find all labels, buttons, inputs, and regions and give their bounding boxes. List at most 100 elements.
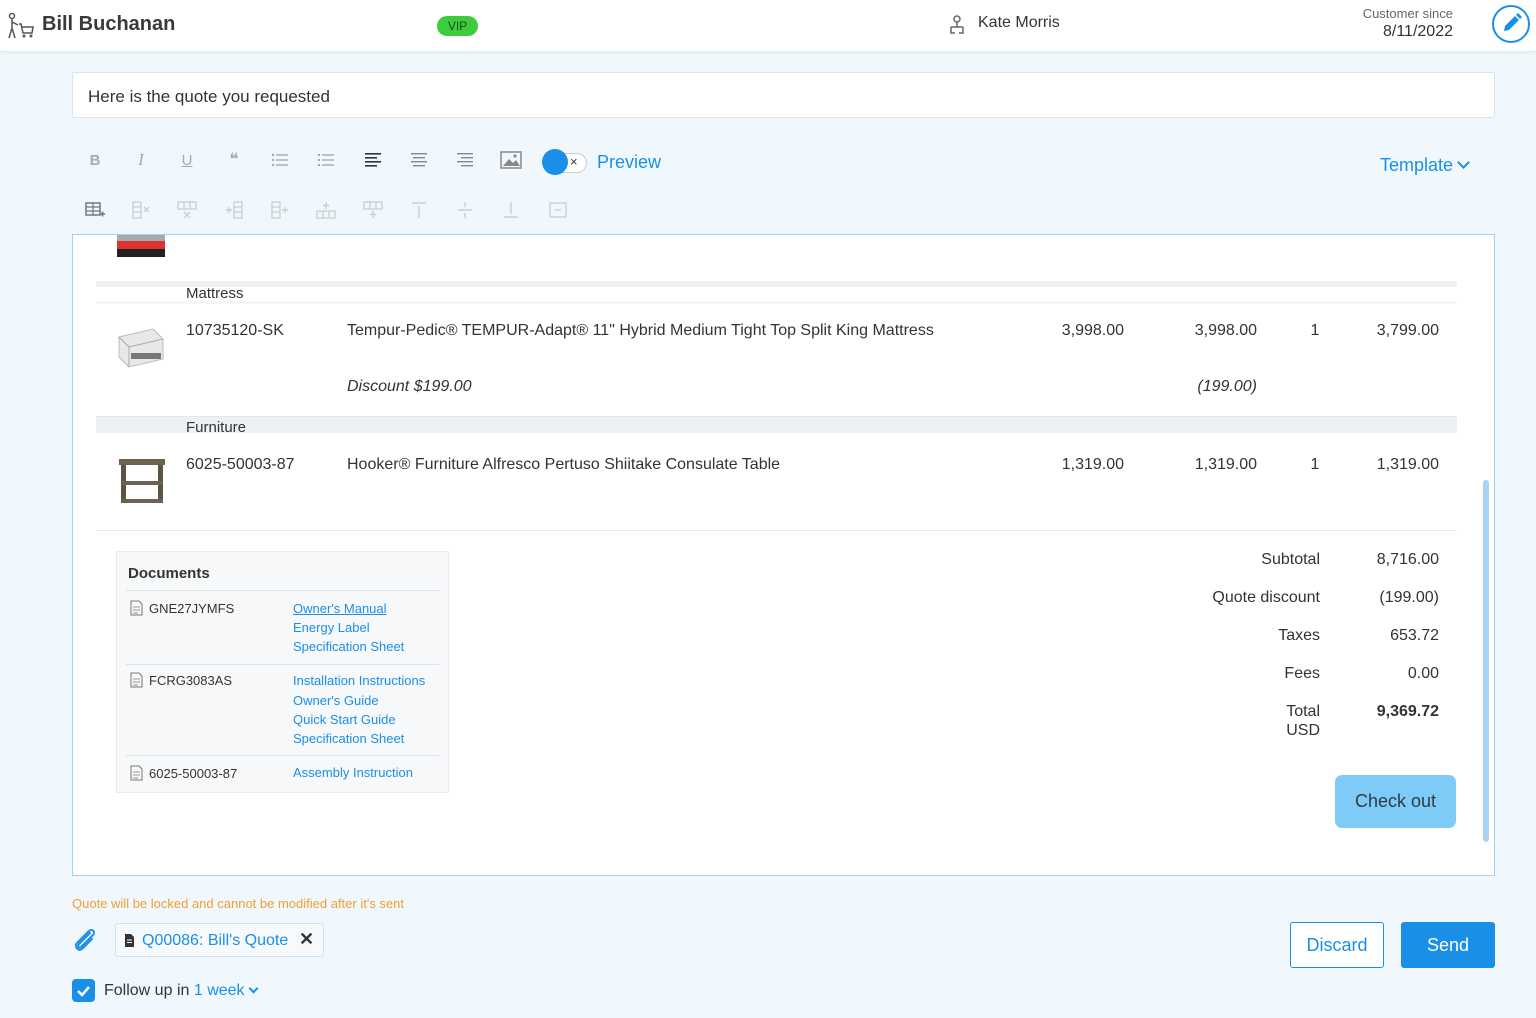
remove-attachment-icon[interactable]: ✕	[299, 929, 314, 950]
document-link[interactable]: Owner's Guide	[293, 693, 379, 708]
document-link[interactable]: Specification Sheet	[293, 731, 404, 746]
insert-column-before-icon[interactable]	[223, 199, 245, 221]
document-icon	[130, 672, 143, 688]
preview-toggle[interactable]: ×	[541, 149, 587, 175]
blockquote-icon[interactable]: ❝	[223, 149, 245, 171]
discount-value: (199.00)	[1197, 378, 1257, 395]
mattress-thumbnail	[118, 328, 164, 368]
attachment-chip: Q00086: Bill's Quote ✕	[115, 923, 324, 957]
product-description-link[interactable]: Tempur-Pedic® TEMPUR-Adapt® 11" Hybrid M…	[347, 322, 934, 340]
product-thumbnail	[117, 235, 165, 257]
list-price: 1,319.00	[1061, 456, 1124, 473]
document-link[interactable]: Specification Sheet	[293, 639, 404, 654]
fees-value: 0.00	[1407, 665, 1439, 682]
quantity: 1	[1310, 456, 1320, 473]
document-product-id: 6025-50003-87	[149, 766, 238, 781]
follow-up-label: Follow up	[104, 982, 173, 999]
numbered-list-icon[interactable]	[315, 149, 337, 171]
document-link[interactable]: Energy Label	[293, 620, 370, 635]
customer-name: Bill Buchanan	[42, 13, 176, 35]
bold-icon[interactable]: B	[84, 149, 106, 171]
checkmark-icon	[77, 986, 90, 997]
vip-badge: VIP	[437, 16, 478, 36]
italic-glyph: I	[138, 150, 144, 169]
editor-scrollbar[interactable]	[1483, 480, 1489, 842]
delete-row-icon[interactable]	[176, 199, 198, 221]
customer-shopping-icon	[8, 12, 34, 39]
document-link[interactable]: Assembly Instruction	[293, 765, 413, 780]
align-bottom-icon[interactable]	[500, 199, 522, 221]
quantity: 1	[1310, 322, 1320, 339]
list-price: 3,998.00	[1061, 322, 1124, 339]
product-sku: 6025-50003-87	[186, 456, 295, 473]
document-link[interactable]: Installation Instructions	[293, 673, 425, 688]
toggle-close-icon: ×	[570, 154, 578, 169]
customer-header: Bill Buchanan VIP Kate Morris Customer s…	[0, 0, 1536, 52]
bullet-list-icon[interactable]	[269, 149, 291, 171]
section-divider	[96, 530, 1457, 531]
subject-field[interactable]: Here is the quote you requested	[72, 72, 1495, 118]
pencil-icon	[1504, 13, 1522, 31]
customer-since-label: Customer since	[1362, 6, 1453, 21]
template-dropdown[interactable]: Template	[1380, 155, 1470, 176]
document-link[interactable]: Owner's Manual	[293, 601, 387, 616]
image-icon[interactable]	[500, 149, 522, 171]
follow-up-checkbox[interactable]	[72, 979, 95, 1002]
discount-label: Discount $199.00	[347, 378, 472, 395]
align-left-icon[interactable]	[362, 149, 384, 171]
follow-up-interval: 1 week	[193, 982, 245, 999]
fees-label: Fees	[1284, 665, 1320, 682]
quote-discount-label: Quote discount	[1212, 589, 1320, 606]
quote-glyph: ❝	[229, 150, 239, 169]
documents-divider	[126, 755, 439, 756]
chevron-down-icon	[1457, 156, 1470, 169]
chevron-down-icon	[248, 983, 258, 994]
follow-up-in: in	[176, 982, 190, 999]
document-icon	[130, 600, 143, 616]
attachment-name[interactable]: Q00086: Bill's Quote	[142, 932, 288, 950]
insert-row-after-icon[interactable]	[315, 199, 337, 221]
product-description: Hooker® Furniture Alfresco Pertuso Shiit…	[347, 456, 781, 473]
checkout-button[interactable]: Check out	[1335, 775, 1456, 828]
align-right-icon[interactable]	[454, 149, 476, 171]
quote-discount-value: (199.00)	[1379, 589, 1439, 606]
documents-title: Documents	[128, 565, 210, 582]
send-button[interactable]: Send	[1401, 922, 1495, 968]
toggle-knob	[542, 149, 568, 175]
currency-label: USD	[1286, 722, 1320, 739]
underline-icon[interactable]: U	[176, 149, 198, 171]
table-thumbnail	[119, 459, 165, 503]
template-label: Template	[1380, 155, 1454, 175]
subtotal-value: 8,716.00	[1376, 551, 1439, 568]
merge-cells-icon[interactable]	[547, 199, 569, 221]
follow-up-interval-dropdown[interactable]: 1 week	[193, 982, 258, 999]
category-band	[96, 281, 1457, 287]
insert-column-after-icon[interactable]	[269, 199, 291, 221]
align-top-icon[interactable]	[408, 199, 430, 221]
insert-row-before-icon[interactable]	[362, 199, 384, 221]
line-total: 3,799.00	[1376, 322, 1439, 339]
documents-divider	[126, 664, 439, 665]
document-icon	[130, 765, 143, 781]
discard-button[interactable]: Discard	[1290, 922, 1384, 968]
category-label: Furniture	[186, 419, 247, 436]
line-total: 1,319.00	[1376, 456, 1439, 473]
quote-editor[interactable]: Mattress 10735120-SK Tempur-Pedic® TEMPU…	[72, 234, 1495, 876]
category-band	[96, 417, 1457, 433]
taxes-label: Taxes	[1278, 627, 1320, 644]
paperclip-icon[interactable]	[70, 925, 100, 955]
preview-label[interactable]: Preview	[597, 152, 661, 173]
product-sku-link[interactable]: 10735120-SK	[186, 322, 284, 340]
total-value: 9,369.72	[1376, 703, 1439, 720]
align-center-icon[interactable]	[408, 149, 430, 171]
document-link[interactable]: Quick Start Guide	[293, 712, 396, 727]
delete-column-icon[interactable]	[130, 199, 152, 221]
insert-table-icon[interactable]	[84, 199, 106, 221]
unit-price: 3,998.00	[1194, 322, 1257, 339]
edit-customer-button[interactable]	[1492, 5, 1530, 43]
file-icon	[125, 934, 134, 947]
total-label: Total	[1286, 703, 1320, 720]
align-middle-icon[interactable]	[454, 199, 476, 221]
lock-warning: Quote will be locked and cannot be modif…	[72, 896, 405, 911]
italic-icon[interactable]: I	[130, 149, 152, 171]
